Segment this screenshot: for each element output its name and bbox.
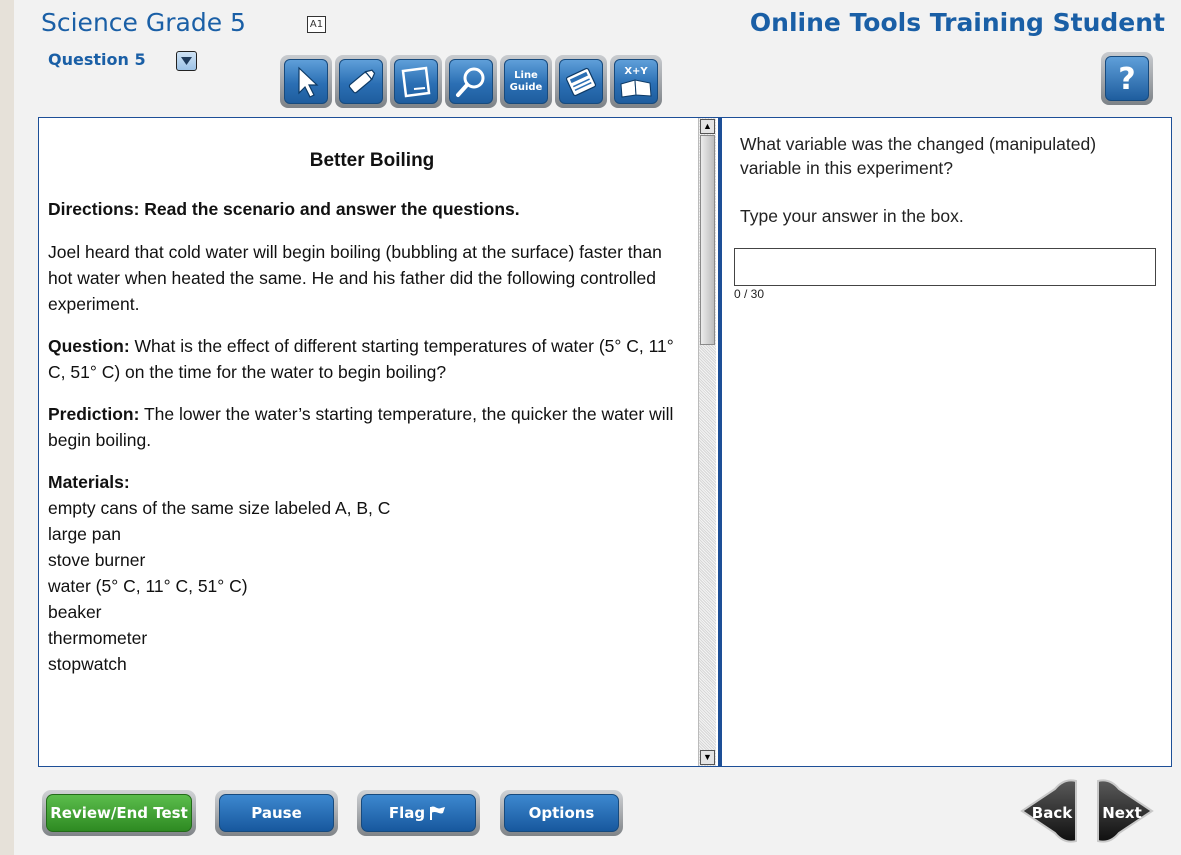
line-guide-label-line: Line [514,69,538,81]
materials-item: large pan [48,524,121,544]
passage-directions: Directions: Read the scenario and answer… [48,199,520,219]
line-guide-icon: Line Guide [510,70,543,94]
scroll-down-button[interactable]: ▼ [700,750,715,765]
formula-reference-tool-button[interactable]: X+Y [610,55,662,108]
question-number-label: Question 5 [48,50,146,69]
chevron-down-icon [181,57,192,65]
next-arrow-icon: Next [1097,779,1154,843]
materials-item: water (5° C, 11° C, 51° C) [48,576,248,596]
calculator-icon [565,67,597,96]
materials-item: beaker [48,602,102,622]
calculator-tool-button[interactable] [555,55,607,108]
question-instruction: Type your answer in the box. [740,206,964,226]
materials-item: stove burner [48,550,146,570]
question-heading: Question: [48,336,130,356]
answer-input[interactable] [734,248,1156,286]
help-button[interactable]: ? [1101,52,1153,105]
pointer-tool-button[interactable] [280,55,332,108]
back-label: Back [1032,804,1073,822]
accessibility-badge: A1 [307,16,326,33]
passage-materials: Materials: empty cans of the same size l… [48,469,688,677]
materials-item: thermometer [48,628,148,648]
pause-button[interactable]: Pause [215,790,338,836]
formula-book-icon [620,78,652,98]
test-app: Science Grade 5 A1 Online Tools Training… [14,0,1181,855]
highlighter-icon [348,69,376,93]
review-end-test-button[interactable]: Review/End Test [42,790,196,836]
options-button[interactable]: Options [500,790,623,836]
question-prompt: What variable was the changed (manipulat… [740,134,1097,178]
scroll-up-button[interactable]: ▲ [700,119,715,134]
passage-question: Question: What is the effect of differen… [48,333,688,385]
magnifier-tool-button[interactable] [445,55,497,108]
review-end-test-label: Review/End Test [46,794,192,832]
prediction-heading: Prediction: [48,404,140,424]
notepad-icon [401,66,431,97]
question-select-dropdown[interactable] [176,51,197,71]
back-arrow-icon: Back [1020,779,1077,843]
student-name: Online Tools Training Student [749,8,1165,37]
next-button[interactable]: Next [1095,778,1155,844]
flag-icon [430,806,446,820]
prediction-text: The lower the water’s starting temperatu… [48,404,674,450]
passage-pane: Better Boiling Directions: Read the scen… [39,118,698,766]
options-label: Options [504,794,619,832]
line-guide-tool-button[interactable]: Line Guide [500,55,552,108]
question-text: What is the effect of different starting… [48,336,674,382]
help-icon: ? [1105,56,1149,101]
highlighter-tool-button[interactable] [335,55,387,108]
formula-reference-label: X+Y [624,65,648,77]
passage-intro: Joel heard that cold water will begin bo… [48,242,662,314]
materials-item: stopwatch [48,654,127,674]
question-pane: What variable was the changed (manipulat… [722,118,1171,766]
content-area: Better Boiling Directions: Read the scen… [38,117,1172,767]
line-guide-label-guide: Guide [509,81,543,93]
materials-heading: Materials: [48,472,130,492]
arrow-pointer-icon [298,66,319,98]
passage-title: Better Boiling [309,150,435,171]
magnifier-icon [456,67,485,97]
passage-prediction: Prediction: The lower the water’s starti… [48,401,688,453]
notepad-tool-button[interactable] [390,55,442,108]
pause-label: Pause [219,794,334,832]
materials-item: empty cans of the same size labeled A, B… [48,498,391,518]
next-label: Next [1102,804,1142,822]
back-button[interactable]: Back [1019,778,1079,844]
test-title: Science Grade 5 [41,8,246,37]
flag-button[interactable]: Flag [357,790,480,836]
passage-scrollbar[interactable]: ▲ ▼ [698,118,716,766]
character-count: 0 / 30 [734,287,765,301]
scrollbar-thumb[interactable] [700,135,715,345]
flag-label: Flag [388,804,426,822]
